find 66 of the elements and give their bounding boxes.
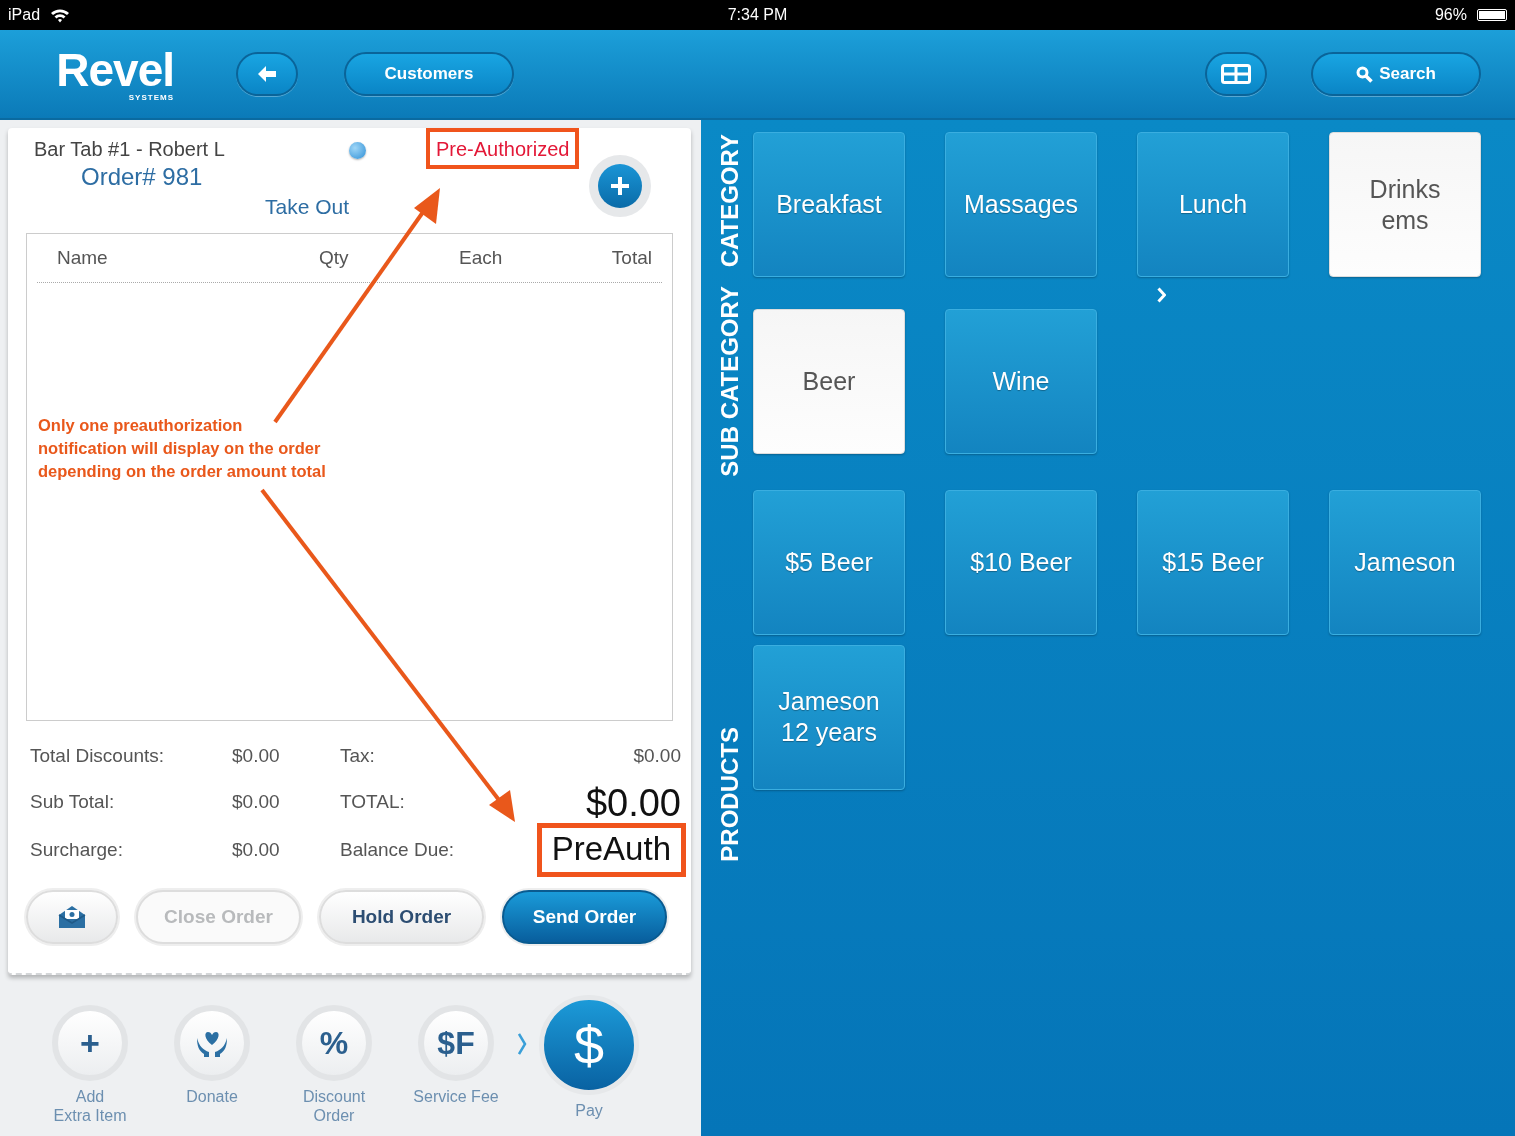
order-number: Order# 981 [80,163,203,191]
grid-icon [1221,64,1251,84]
status-dot-icon [349,142,366,159]
search-button[interactable]: Search [1311,52,1481,96]
total-label: Total Discounts: [30,744,166,767]
annotation-note: Only one preauthorization notification will display on the order depending on the order amount total [38,415,326,482]
action-label: Service Fee [413,1087,499,1106]
preauthorized-status: Pre-Authorized [426,128,580,169]
wifi-icon [50,7,71,23]
total-value: $0.00 [633,744,681,767]
action-button[interactable]: $F [418,1005,494,1081]
logo: Revel [56,46,174,93]
chevron-icon [1157,287,1166,303]
chevron-icon [518,1033,527,1055]
logo-subtitle: SYSTEMS [128,92,174,102]
order-button[interactable]: Hold Order [319,890,484,944]
action-label: Donate [186,1087,238,1106]
search-icon [1356,65,1374,83]
action-label: Add Extra Item [53,1087,127,1125]
total-label: Sub Total: [30,790,116,813]
battery-icon [1477,9,1507,21]
column-header: Each [459,247,504,269]
subcategory-label: SUB CATEGORY [716,286,744,477]
total-label: Tax: [340,744,376,767]
column-header: Name [56,247,109,269]
products-label: PRODUCTS [716,727,744,862]
product-tile[interactable]: Jameson [1329,490,1481,635]
total-value: $0.00 [232,839,281,861]
subcategory-tile[interactable]: Beer [753,309,905,454]
total-label: Surcharge: [30,839,124,861]
subcategory-tile[interactable]: Wine [945,309,1097,454]
product-tile[interactable]: Jameson 12 years [753,644,905,790]
product-tile[interactable]: $10 Beer [945,490,1097,635]
plus-icon [598,164,643,208]
back-button[interactable] [236,52,298,96]
total-value: $0.00 [232,790,281,813]
column-header: Qty [319,247,350,269]
back-arrow-icon [258,66,276,82]
action-button[interactable]: + [52,1005,128,1081]
category-tile[interactable]: Lunch [1137,132,1289,277]
product-tile[interactable]: $15 Beer [1137,490,1289,635]
column-header: Total [610,247,653,269]
receipt-button[interactable] [26,890,118,944]
order-type: Take Out [265,195,350,219]
customers-button[interactable]: Customers [344,52,514,96]
category-tile[interactable]: Massages [945,132,1097,277]
total-value: $0.00 [232,744,281,767]
category-tile[interactable]: Breakfast [753,132,905,277]
layout-button[interactable] [1205,52,1267,96]
action-label: Pay [575,1101,603,1120]
clock: 7:34 PM [727,6,788,24]
category-label: CATEGORY [716,134,744,268]
total-value: $0.00 [585,782,681,825]
product-tile[interactable]: $5 Beer [753,490,905,635]
order-button[interactable]: Send Order [502,890,667,944]
envelope-icon [58,905,86,929]
category-tile[interactable]: Drinks ems [1329,132,1481,277]
tab-name: Bar Tab #1 - Robert L [34,138,225,161]
battery-percent: 96% [1434,6,1467,24]
total-label: TOTAL: [340,790,406,813]
action-label: Discount Order [302,1087,366,1125]
action-button[interactable]: $ [539,995,639,1095]
device-name: iPad [8,6,41,24]
total-value: PreAuth [536,823,686,877]
action-button[interactable]: % [296,1005,372,1081]
total-label: Balance Due: [340,839,456,861]
